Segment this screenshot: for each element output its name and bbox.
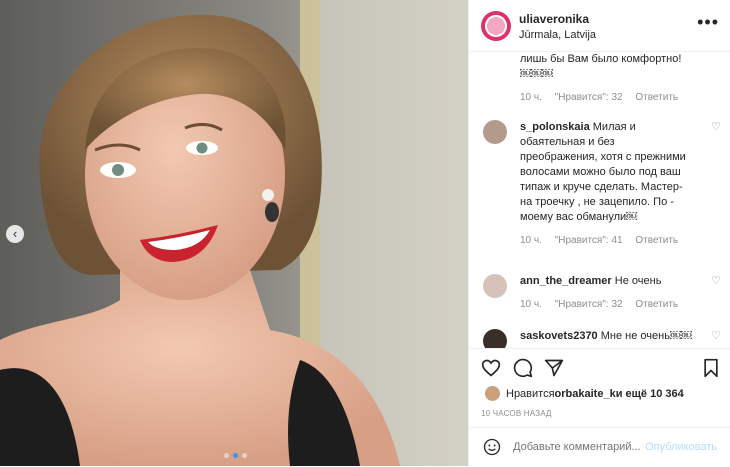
commenter-avatar[interactable] [483, 274, 507, 298]
like-comment-heart-icon[interactable]: ♡ [711, 274, 721, 289]
commenter-avatar[interactable] [483, 120, 507, 144]
like-comment-heart-icon[interactable]: ♡ [711, 329, 721, 344]
post-photo[interactable]: ‹ [0, 0, 468, 466]
comment-time[interactable]: 10 ч. [520, 235, 542, 246]
comment-text: Не очень [614, 275, 662, 287]
comment-meta: 10 ч. "Нравится": 41 Ответить [520, 233, 695, 248]
post-side-panel: uliaveronika Jūrmala, Latvija ••• лишь б… [468, 0, 730, 466]
comments-list: лишь бы Вам было комфортно! ￼￼￼ 10 ч. "Н… [469, 52, 730, 348]
comment-reply-button[interactable]: Ответить [635, 92, 678, 103]
comment-meta: 10 ч. "Нравится": 32 Ответить [520, 90, 695, 105]
carousel-dot [242, 453, 247, 458]
like-heart-icon[interactable] [481, 358, 501, 378]
comment-text: Мне не очень￼￼ [600, 330, 692, 342]
emoji-smile-icon[interactable] [483, 438, 501, 456]
carousel-dot [224, 453, 229, 458]
liker-username[interactable]: orbakaite_k [555, 388, 616, 400]
comment-text: Милая и обаятельная и без преображения, … [520, 121, 686, 223]
post-timestamp[interactable]: 10 ЧАСОВ НАЗАД [481, 409, 552, 418]
comment-username[interactable]: ann_the_dreamer [520, 275, 612, 287]
post-actions: Нравится orbakaite_k и ещё 10 364 10 ЧАС… [469, 348, 730, 466]
likes-count[interactable]: и ещё 10 364 [616, 388, 684, 400]
photo-illustration [0, 0, 468, 466]
comment-likes[interactable]: "Нравится": 32 [555, 92, 623, 103]
carousel-dots [224, 453, 247, 458]
comment-bubble-icon[interactable] [513, 358, 533, 378]
comment-text: лишь бы Вам было комфортно! ￼￼￼ [520, 53, 682, 80]
author-username[interactable]: uliaveronika [519, 12, 589, 26]
like-comment-heart-icon[interactable]: ♡ [711, 120, 721, 135]
comment-meta: 10 ч. "Нравится": 32 Ответить [520, 297, 695, 312]
comment-reply-button[interactable]: Ответить [635, 235, 678, 246]
comment-likes[interactable]: "Нравится": 32 [555, 299, 623, 310]
post-location[interactable]: Jūrmala, Latvija [519, 29, 596, 41]
more-dots-icon[interactable]: ••• [697, 12, 719, 33]
author-avatar[interactable] [481, 11, 511, 41]
comment-time[interactable]: 10 ч. [520, 299, 542, 310]
likes-prefix: Нравится [506, 387, 555, 400]
liker-avatar[interactable] [485, 386, 500, 401]
add-comment-bar: Опубликовать [469, 427, 730, 467]
publish-button[interactable]: Опубликовать [645, 441, 717, 453]
share-paper-plane-icon[interactable] [544, 358, 564, 378]
comment-likes[interactable]: "Нравится": 41 [555, 235, 623, 246]
comment-time[interactable]: 10 ч. [520, 92, 542, 103]
post-header: uliaveronika Jūrmala, Latvija ••• [469, 0, 730, 52]
likes-summary: Нравится orbakaite_k и ещё 10 364 [485, 386, 684, 401]
comment-username[interactable]: saskovets2370 [520, 330, 598, 342]
previous-photo-button[interactable]: ‹ [6, 225, 24, 243]
carousel-dot-active [233, 453, 238, 458]
add-comment-input[interactable] [513, 441, 641, 453]
comment-username[interactable]: s_polonskaia [520, 121, 590, 133]
commenter-avatar[interactable] [483, 329, 507, 348]
save-bookmark-icon[interactable] [701, 358, 721, 378]
comment-reply-button[interactable]: Ответить [635, 299, 678, 310]
